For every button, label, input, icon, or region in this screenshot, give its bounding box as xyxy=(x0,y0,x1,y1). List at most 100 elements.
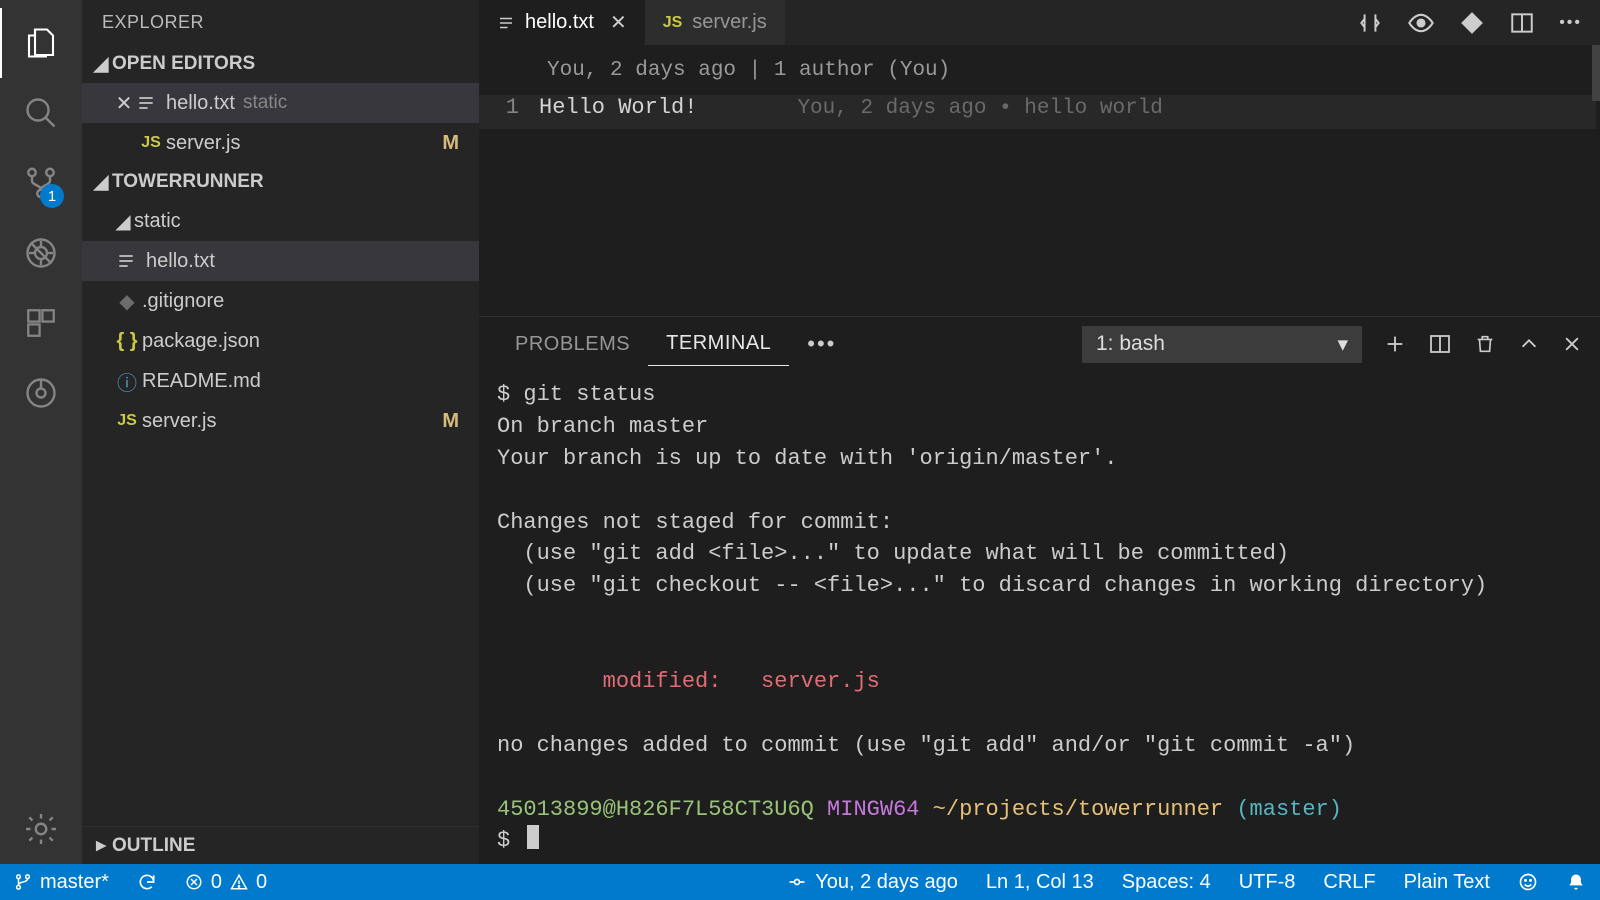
status-encoding[interactable]: UTF-8 xyxy=(1225,864,1310,900)
activity-gitlens[interactable] xyxy=(0,358,82,428)
file-row[interactable]: { } package.json xyxy=(82,321,479,361)
codelens[interactable]: You, 2 days ago | 1 author (You) xyxy=(479,59,1600,95)
tab-server-js[interactable]: JS server.js xyxy=(645,0,785,45)
commit-icon xyxy=(787,872,807,892)
terminal-cursor xyxy=(527,825,539,849)
close-icon[interactable]: ✕ xyxy=(112,91,136,116)
error-icon xyxy=(185,873,203,891)
activity-explorer[interactable] xyxy=(0,8,82,78)
more-icon[interactable]: ••• xyxy=(1559,14,1582,32)
open-editor-item[interactable]: JS server.js M xyxy=(82,123,479,163)
code-text: Hello World! xyxy=(539,95,697,120)
modified-badge: M xyxy=(442,132,459,155)
file-row[interactable]: JS server.js M xyxy=(82,401,479,441)
branch-name: master* xyxy=(40,871,109,894)
json-file-icon: { } xyxy=(112,330,142,353)
tab-hello-txt[interactable]: hello.txt ✕ xyxy=(479,0,645,45)
close-icon[interactable]: ✕ xyxy=(610,10,627,35)
status-problems[interactable]: 0 0 xyxy=(171,864,281,900)
open-editor-item[interactable]: ✕ hello.txt static xyxy=(82,83,479,123)
file-row[interactable]: ⓘ README.md xyxy=(82,361,479,401)
panel-tab-problems[interactable]: PROBLEMS xyxy=(497,323,648,366)
activity-scm[interactable]: 1 xyxy=(0,148,82,218)
status-cursor[interactable]: Ln 1, Col 13 xyxy=(972,864,1108,900)
split-editor-icon[interactable] xyxy=(1509,10,1535,36)
project-header[interactable]: ◢ TOWERRUNNER xyxy=(82,163,479,201)
tab-label: server.js xyxy=(692,11,766,34)
files-icon xyxy=(23,25,59,61)
chevron-right-icon: ▸ xyxy=(90,834,112,857)
activity-bar: 1 xyxy=(0,0,82,864)
panel-more-icon[interactable]: ••• xyxy=(789,331,854,357)
status-language[interactable]: Plain Text xyxy=(1390,864,1504,900)
activity-settings[interactable] xyxy=(0,794,82,864)
extensions-icon xyxy=(24,306,58,340)
explorer-title: EXPLORER xyxy=(82,0,479,45)
split-terminal-icon[interactable] xyxy=(1428,332,1452,356)
gitlens-icon xyxy=(23,375,59,411)
terminal-select[interactable]: 1: bash ▾ xyxy=(1082,326,1362,363)
status-blame[interactable]: You, 2 days ago xyxy=(773,864,972,900)
activity-extensions[interactable] xyxy=(0,288,82,358)
scm-badge: 1 xyxy=(40,184,64,208)
status-sync[interactable] xyxy=(123,864,171,900)
chevron-down-icon: ◢ xyxy=(112,209,134,234)
modified-badge: M xyxy=(442,410,459,433)
file-name: .gitignore xyxy=(142,290,224,313)
folder-row[interactable]: ◢ static xyxy=(82,201,479,241)
chevron-down-icon: ◢ xyxy=(90,171,112,194)
status-bar: master* 0 0 You, 2 days ago Ln 1, Col 13… xyxy=(0,864,1600,900)
status-eol[interactable]: CRLF xyxy=(1309,864,1389,900)
diff-icon[interactable] xyxy=(1459,10,1485,36)
editor-tabs: hello.txt ✕ JS server.js xyxy=(479,0,1600,45)
file-row[interactable]: ◆ .gitignore xyxy=(82,281,479,321)
tab-label: hello.txt xyxy=(525,11,594,34)
status-branch[interactable]: master* xyxy=(0,864,123,900)
file-name: server.js xyxy=(166,132,240,155)
terminal-select-label: 1: bash xyxy=(1096,332,1165,356)
file-name: README.md xyxy=(142,370,261,393)
trash-icon[interactable] xyxy=(1474,333,1496,355)
file-name: hello.txt xyxy=(146,250,215,273)
bell-icon xyxy=(1566,872,1586,892)
error-count: 0 xyxy=(211,871,222,894)
activity-debug[interactable] xyxy=(0,218,82,288)
js-file-icon: JS xyxy=(663,14,683,32)
branch-icon xyxy=(14,873,32,891)
chevron-down-icon: ▾ xyxy=(1337,332,1348,357)
bottom-panel: PROBLEMS TERMINAL ••• 1: bash ▾ xyxy=(479,316,1600,864)
file-name: hello.txt xyxy=(166,92,235,115)
maximize-panel-icon[interactable] xyxy=(1518,333,1540,355)
status-feedback[interactable] xyxy=(1504,864,1552,900)
minimap[interactable] xyxy=(1592,45,1600,101)
project-name: TOWERRUNNER xyxy=(112,171,264,193)
close-panel-icon[interactable] xyxy=(1562,334,1582,354)
status-notifications[interactable] xyxy=(1552,864,1600,900)
file-row[interactable]: hello.txt xyxy=(82,241,479,281)
warning-count: 0 xyxy=(256,871,267,894)
open-editors-header[interactable]: ◢ OPEN EDITORS xyxy=(82,45,479,83)
info-file-icon: ⓘ xyxy=(112,367,142,396)
file-name: server.js xyxy=(142,410,216,433)
editor[interactable]: You, 2 days ago | 1 author (You) 1 Hello… xyxy=(479,45,1600,316)
new-terminal-icon[interactable] xyxy=(1384,333,1406,355)
text-file-icon xyxy=(497,14,515,32)
activity-search[interactable] xyxy=(0,78,82,148)
text-file-icon xyxy=(116,251,146,271)
panel-tab-terminal[interactable]: TERMINAL xyxy=(648,322,789,366)
status-blame-text: You, 2 days ago xyxy=(815,871,958,894)
outline-label: OUTLINE xyxy=(112,835,195,857)
outline-header[interactable]: ▸ OUTLINE xyxy=(82,826,479,864)
eye-icon[interactable] xyxy=(1407,9,1435,37)
open-editors-label: OPEN EDITORS xyxy=(112,53,255,75)
chevron-down-icon: ◢ xyxy=(90,53,112,76)
line-number: 1 xyxy=(479,95,539,120)
terminal-output[interactable]: $ git status On branch master Your branc… xyxy=(479,371,1600,864)
compare-icon[interactable] xyxy=(1357,10,1383,36)
file-path-tail: static xyxy=(243,92,287,114)
status-spaces[interactable]: Spaces: 4 xyxy=(1108,864,1225,900)
gitignore-icon: ◆ xyxy=(112,289,142,314)
inline-blame: You, 2 days ago • hello world xyxy=(797,97,1162,120)
text-file-icon xyxy=(136,93,166,113)
warning-icon xyxy=(230,873,248,891)
